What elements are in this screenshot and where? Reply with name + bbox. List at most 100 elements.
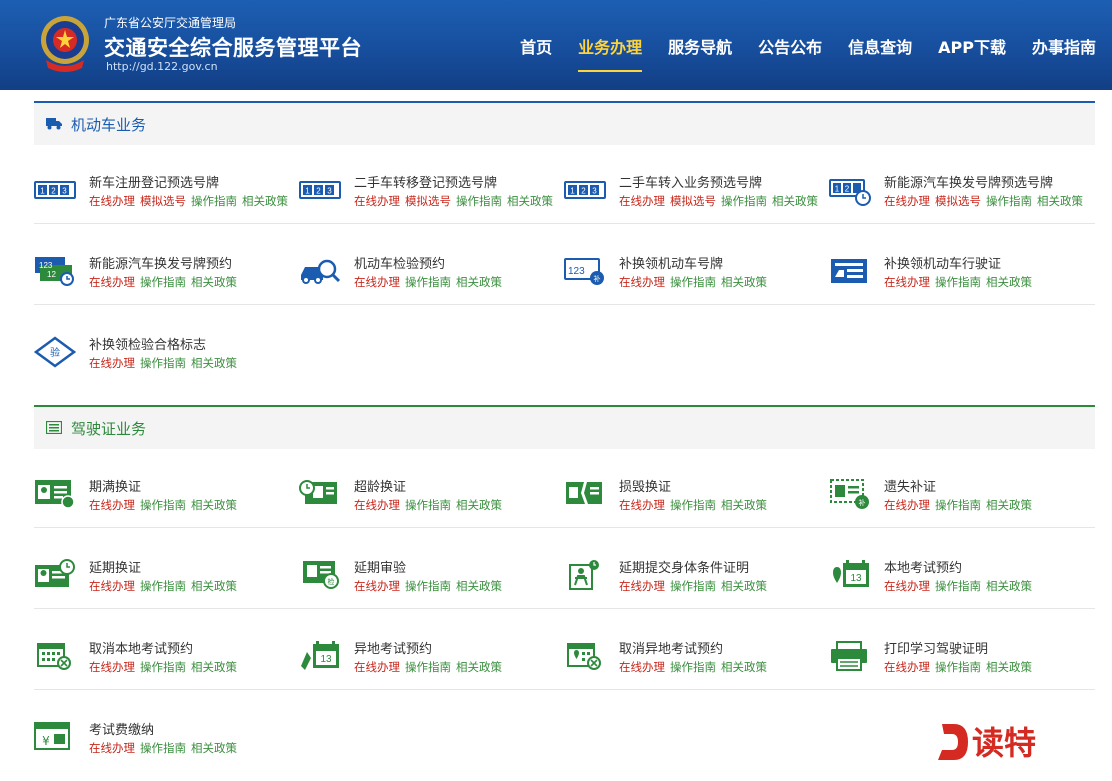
service-name[interactable]: 超龄换证 <box>354 476 406 495</box>
simulate-link[interactable]: 模拟选号 <box>140 194 186 208</box>
online-link[interactable]: 在线办理 <box>354 498 400 512</box>
online-link[interactable]: 在线办理 <box>89 275 135 289</box>
policy-link[interactable]: 相关政策 <box>986 660 1032 674</box>
service-name[interactable]: 补换领机动车号牌 <box>619 253 723 272</box>
policy-link[interactable]: 相关政策 <box>507 194 553 208</box>
policy-link[interactable]: 相关政策 <box>772 194 818 208</box>
nav-app-download[interactable]: APP下载 <box>938 34 1006 64</box>
simulate-link[interactable]: 模拟选号 <box>670 194 716 208</box>
guide-link[interactable]: 操作指南 <box>140 275 186 289</box>
service-name[interactable]: 二手车转入业务预选号牌 <box>619 172 762 191</box>
nav-business[interactable]: 业务办理 <box>578 34 643 72</box>
service-name[interactable]: 期满换证 <box>89 476 141 495</box>
online-link[interactable]: 在线办理 <box>89 741 135 755</box>
guide-link[interactable]: 操作指南 <box>140 498 186 512</box>
online-link[interactable]: 在线办理 <box>619 275 665 289</box>
online-link[interactable]: 在线办理 <box>354 194 400 208</box>
online-link[interactable]: 在线办理 <box>619 194 665 208</box>
policy-link[interactable]: 相关政策 <box>191 498 237 512</box>
service-name[interactable]: 新车注册登记预选号牌 <box>89 172 219 191</box>
service-name[interactable]: 新能源汽车换发号牌预约 <box>89 253 232 272</box>
service-name[interactable]: 损毁换证 <box>619 476 671 495</box>
guide-link[interactable]: 操作指南 <box>670 498 716 512</box>
policy-link[interactable]: 相关政策 <box>721 660 767 674</box>
policy-link[interactable]: 相关政策 <box>456 660 502 674</box>
service-name[interactable]: 新能源汽车换发号牌预选号牌 <box>884 172 1053 191</box>
service-name[interactable]: 二手车转移登记预选号牌 <box>354 172 497 191</box>
service-name[interactable]: 补换领机动车行驶证 <box>884 253 1001 272</box>
online-link[interactable]: 在线办理 <box>354 660 400 674</box>
guide-link[interactable]: 操作指南 <box>670 579 716 593</box>
simulate-link[interactable]: 模拟选号 <box>935 194 981 208</box>
online-link[interactable]: 在线办理 <box>884 579 930 593</box>
service-name[interactable]: 考试费缴纳 <box>89 719 154 738</box>
guide-link[interactable]: 操作指南 <box>405 498 451 512</box>
service-name[interactable]: 补换领检验合格标志 <box>89 334 206 353</box>
service-name[interactable]: 异地考试预约 <box>354 638 432 657</box>
online-link[interactable]: 在线办理 <box>89 356 135 370</box>
guide-link[interactable]: 操作指南 <box>935 579 981 593</box>
guide-link[interactable]: 操作指南 <box>191 194 237 208</box>
online-link[interactable]: 在线办理 <box>619 498 665 512</box>
guide-link[interactable]: 操作指南 <box>140 741 186 755</box>
policy-link[interactable]: 相关政策 <box>191 275 237 289</box>
guide-link[interactable]: 操作指南 <box>405 579 451 593</box>
service-name[interactable]: 取消异地考试预约 <box>619 638 723 657</box>
policy-link[interactable]: 相关政策 <box>986 498 1032 512</box>
service-name[interactable]: 取消本地考试预约 <box>89 638 193 657</box>
policy-link[interactable]: 相关政策 <box>456 579 502 593</box>
online-link[interactable]: 在线办理 <box>89 194 135 208</box>
service-name[interactable]: 延期提交身体条件证明 <box>619 557 749 576</box>
nav-info-query[interactable]: 信息查询 <box>848 34 912 64</box>
service-name[interactable]: 打印学习驾驶证明 <box>884 638 988 657</box>
nav-home[interactable]: 首页 <box>520 34 552 64</box>
guide-link[interactable]: 操作指南 <box>456 194 502 208</box>
guide-link[interactable]: 操作指南 <box>670 275 716 289</box>
policy-link[interactable]: 相关政策 <box>191 660 237 674</box>
service-name[interactable]: 延期审验 <box>354 557 406 576</box>
online-link[interactable]: 在线办理 <box>884 275 930 289</box>
policy-link[interactable]: 相关政策 <box>721 498 767 512</box>
guide-link[interactable]: 操作指南 <box>140 660 186 674</box>
guide-link[interactable]: 操作指南 <box>140 356 186 370</box>
policy-link[interactable]: 相关政策 <box>721 275 767 289</box>
guide-link[interactable]: 操作指南 <box>721 194 767 208</box>
online-link[interactable]: 在线办理 <box>884 194 930 208</box>
online-link[interactable]: 在线办理 <box>619 660 665 674</box>
simulate-link[interactable]: 模拟选号 <box>405 194 451 208</box>
service-name[interactable]: 机动车检验预约 <box>354 253 445 272</box>
online-link[interactable]: 在线办理 <box>89 579 135 593</box>
policy-link[interactable]: 相关政策 <box>191 356 237 370</box>
guide-link[interactable]: 操作指南 <box>935 275 981 289</box>
guide-link[interactable]: 操作指南 <box>670 660 716 674</box>
policy-link[interactable]: 相关政策 <box>191 579 237 593</box>
service-name[interactable]: 本地考试预约 <box>884 557 962 576</box>
policy-link[interactable]: 相关政策 <box>191 741 237 755</box>
guide-link[interactable]: 操作指南 <box>935 660 981 674</box>
online-link[interactable]: 在线办理 <box>619 579 665 593</box>
online-link[interactable]: 在线办理 <box>354 275 400 289</box>
nav-service-guide[interactable]: 服务导航 <box>668 34 732 64</box>
service-name[interactable]: 延期换证 <box>89 557 141 576</box>
policy-link[interactable]: 相关政策 <box>986 275 1032 289</box>
online-link[interactable]: 在线办理 <box>89 498 135 512</box>
nav-service-guide-2[interactable]: 办事指南 <box>1032 34 1096 64</box>
site-url[interactable]: http://gd.122.gov.cn <box>106 60 218 73</box>
guide-link[interactable]: 操作指南 <box>140 579 186 593</box>
guide-link[interactable]: 操作指南 <box>986 194 1032 208</box>
guide-link[interactable]: 操作指南 <box>405 660 451 674</box>
guide-link[interactable]: 操作指南 <box>935 498 981 512</box>
nav-announcements[interactable]: 公告公布 <box>758 34 822 64</box>
policy-link[interactable]: 相关政策 <box>1037 194 1083 208</box>
policy-link[interactable]: 相关政策 <box>242 194 288 208</box>
online-link[interactable]: 在线办理 <box>354 579 400 593</box>
online-link[interactable]: 在线办理 <box>884 660 930 674</box>
online-link[interactable]: 在线办理 <box>884 498 930 512</box>
guide-link[interactable]: 操作指南 <box>405 275 451 289</box>
service-name[interactable]: 遗失补证 <box>884 476 936 495</box>
policy-link[interactable]: 相关政策 <box>456 498 502 512</box>
policy-link[interactable]: 相关政策 <box>986 579 1032 593</box>
policy-link[interactable]: 相关政策 <box>721 579 767 593</box>
policy-link[interactable]: 相关政策 <box>456 275 502 289</box>
online-link[interactable]: 在线办理 <box>89 660 135 674</box>
